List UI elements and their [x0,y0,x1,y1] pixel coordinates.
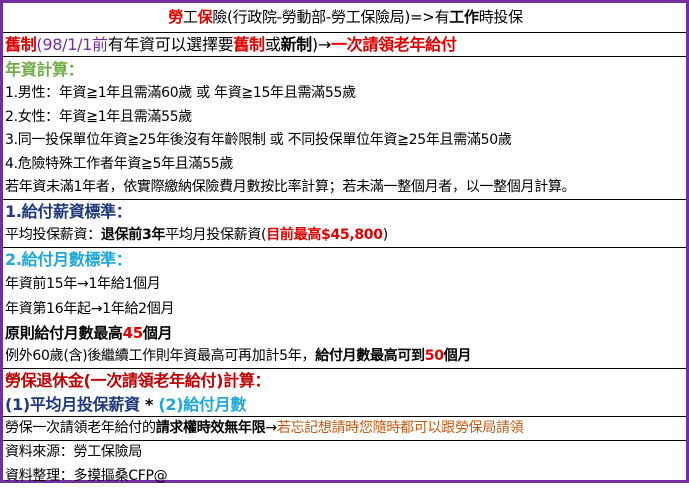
title-part: 保 [197,8,213,26]
months-section: 2.給付月數標準： 年資前15年→1年給1個月 年資第16年起→1年給2個月 原… [3,248,686,370]
seniority-item: 2.女性：年資≧1年且需滿55歲 [5,108,193,125]
months-exception: 例外60歲(含)後繼續工作則年資最高可再加計5年，給付月數最高可到50個月 [3,345,686,368]
text: ) [382,226,388,243]
text: 50 [424,347,444,364]
text: 勞保一次請領老年給付的 [5,420,156,437]
text: (98/1/1前 [36,35,108,54]
months-line: 年資前15年→1年給1個月 [5,275,161,292]
old-system-text: 舊制(98/1/1前有年資可以選擇要舊制或新制)→一次請領老年給付 [3,33,686,56]
page-title: 勞工保險(行政院-勞動部-勞工保險局)=>有工作時投保 [3,3,686,32]
document-table: 勞工保險(行政院-勞動部-勞工保險局)=>有工作時投保 舊制(98/1/1前有年… [0,0,689,484]
formula-section: 勞保退休金(一次請領老年給付)計算： (1)平均月投保薪資 * (2)給付月數 [3,369,686,418]
text: 目前最高$45,800 [266,226,383,243]
compiler-line: 資料整理：多摸摳桑CFP@ [5,467,168,484]
title-part: 工 [182,8,198,26]
text: 例外60歲(含)後繼續工作則年資最高可再加計5年， [5,347,316,364]
text: 或 [264,35,281,54]
old-system-row: 舊制(98/1/1前有年資可以選擇要舊制或新制)→一次請領老年給付 [3,33,686,58]
text: → [265,420,277,437]
salary-heading: 1.給付薪資標準： [5,202,132,222]
text: 舊制 [5,35,37,54]
seniority-note: 若年資未滿1年者，依實際繳納保險費月數按比率計算；若未滿一整個月者，以一整個月計… [5,178,576,195]
formula-text: (1)平均月投保薪資 * (2)給付月數 [3,393,686,416]
text: 個月 [443,347,472,364]
title-part: 時投保 [478,8,523,26]
text: 平均投保薪資： [5,226,101,243]
text: )→ [311,35,331,54]
text: (1)平均月投保薪資 [5,394,140,414]
text: 45 [122,323,144,342]
source-line: 資料來源：勞工保險局 [5,444,142,461]
claim-text: 勞保一次請領老年給付的請求權時效無年限→若忘記想請時您隨時都可以跟勞保局請領 [3,417,686,440]
text: 一次請領老年給付 [330,35,457,54]
text: 若忘記想請時您隨時都可以跟勞保局請領 [276,420,524,437]
source-section: 資料來源：勞工保險局 資料整理：多摸摳桑CFP@ [3,441,686,488]
text: 原則給付月數最高 [5,323,123,342]
claim-row: 勞保一次請領老年給付的請求權時效無年限→若忘記想請時您隨時都可以跟勞保局請領 [3,417,686,442]
text: 退保前3年 [100,226,166,243]
title-part: 險(行政院-勞動部-勞工保險局)=>有 [212,8,450,26]
text: 舊制 [233,35,265,54]
text: 平均月投保薪資( [165,226,267,243]
text: 有年資可以選擇要 [107,35,234,54]
text: 個月 [142,323,173,342]
title-row: 勞工保險(行政院-勞動部-勞工保險局)=>有工作時投保 [3,3,686,33]
seniority-item: 4.危險特殊工作者年資≧5年且滿55歲 [5,155,234,172]
text: (2)給付月數 [158,394,247,414]
text: 給付月數最高可到 [315,347,425,364]
months-max: 原則給付月數最高45個月 [3,322,686,345]
seniority-item: 3.同一投保單位年資≧25年後沒有年齡限制 或 不同投保單位年資≧25年且需滿5… [5,132,512,149]
text: * [139,394,159,414]
title-part: 工作 [449,8,479,26]
text: 請求權時效無年限 [155,420,266,437]
salary-text: 平均投保薪資：退保前3年平均月投保薪資(目前最高$45,800) [3,224,686,247]
salary-section: 1.給付薪資標準： 平均投保薪資：退保前3年平均月投保薪資(目前最高$45,80… [3,200,686,249]
seniority-item: 1.男性：年資≧1年且需滿60歲 或 年資≧15年且需滿55歲 [5,85,356,102]
seniority-section: 年資計算： 1.男性：年資≧1年且需滿60歲 或 年資≧15年且需滿55歲 2.… [3,57,686,201]
months-line: 年資第16年起→1年給2個月 [5,300,175,317]
seniority-heading: 年資計算： [5,60,84,80]
title-part: 勞 [168,8,183,26]
months-heading: 2.給付月數標準： [5,250,132,270]
text: 新制 [280,35,312,54]
formula-heading: 勞保退休金(一次請領老年給付)計算： [5,371,271,391]
